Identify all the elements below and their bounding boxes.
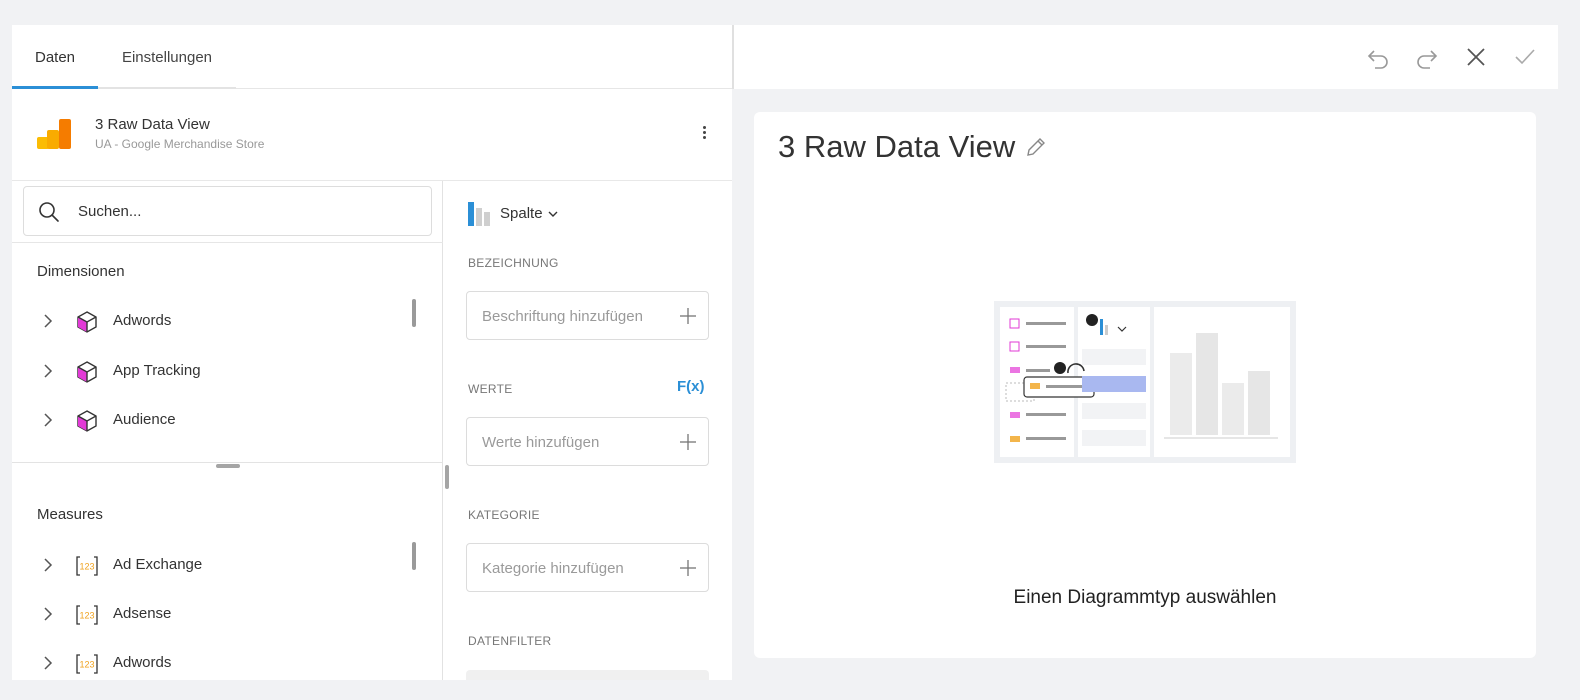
visualization-title[interactable]: 3 Raw Data View <box>778 129 1015 165</box>
empty-chart-illustration <box>994 301 1296 463</box>
measure-item-label: Adsense <box>113 605 172 622</box>
measures-scrollbar[interactable] <box>412 542 416 570</box>
formula-button[interactable]: F(x) <box>677 378 705 395</box>
plus-icon <box>680 434 696 450</box>
check-icon[interactable] <box>1513 45 1537 69</box>
tab-einstellungen[interactable]: Einstellungen <box>98 25 236 89</box>
data-source-title: 3 Raw Data View <box>95 116 210 133</box>
app: Daten Einstellungen 3 Raw Data View UA -… <box>12 25 1558 680</box>
chart-properties-panel: Spalte BEZEICHNUNG Beschriftung hinzufüg… <box>444 181 732 680</box>
measure-item-label: Ad Exchange <box>113 556 203 573</box>
cube-icon <box>77 410 97 432</box>
svg-text:123: 123 <box>79 562 94 572</box>
editor-toolbar <box>732 25 1558 89</box>
more-options-icon[interactable] <box>694 124 714 146</box>
measures-title: Measures <box>37 506 103 523</box>
values-section-title: WERTE <box>468 382 513 396</box>
numeric-123-icon: 123 <box>76 654 98 674</box>
close-icon[interactable] <box>1464 45 1488 69</box>
svg-text:123: 123 <box>79 611 94 621</box>
chevron-right-icon[interactable] <box>41 606 55 622</box>
pencil-edit-icon[interactable] <box>1024 135 1048 159</box>
add-category-placeholder: Kategorie hinzufügen <box>482 560 624 577</box>
visualization-card: 3 Raw Data View Einen Diagrammtyp auswäh… <box>754 112 1536 658</box>
numeric-123-icon: 123 <box>76 556 98 576</box>
search-icon <box>39 202 59 222</box>
datafilter-section-title: DATENFILTER <box>468 634 552 648</box>
dimension-item-audience[interactable]: Audience <box>37 400 407 440</box>
chevron-right-icon[interactable] <box>41 313 55 329</box>
dimension-item-label: Adwords <box>113 312 172 329</box>
select-chart-type-message: Einen Diagrammtyp auswählen <box>1013 587 1277 608</box>
split-divider <box>12 462 443 463</box>
search-placeholder: Suchen... <box>78 203 142 220</box>
plus-icon <box>680 560 696 576</box>
data-panel: Daten Einstellungen 3 Raw Data View UA -… <box>12 25 732 680</box>
measure-item-adwords[interactable]: 123 Adwords <box>37 643 407 683</box>
tab-daten[interactable]: Daten <box>12 25 98 89</box>
cube-icon <box>77 361 97 383</box>
fields-list-panel: Suchen... Dimensionen Adwords App Tracki… <box>12 181 443 680</box>
dimension-item-adwords[interactable]: Adwords <box>37 301 407 341</box>
chevron-right-icon[interactable] <box>41 363 55 379</box>
divider <box>12 242 443 243</box>
add-category-dropzone[interactable]: Kategorie hinzufügen <box>466 543 709 592</box>
measure-item-ad-exchange[interactable]: 123 Ad Exchange <box>37 545 407 585</box>
dimensions-scrollbar[interactable] <box>412 299 416 327</box>
plus-icon <box>680 308 696 324</box>
add-label-dropzone[interactable]: Beschriftung hinzufügen <box>466 291 709 340</box>
chevron-right-icon[interactable] <box>41 655 55 671</box>
measure-item-adsense[interactable]: 123 Adsense <box>37 594 407 634</box>
chevron-right-icon[interactable] <box>41 412 55 428</box>
numeric-123-icon: 123 <box>76 605 98 625</box>
chevron-down-icon <box>548 211 558 217</box>
chevron-right-icon[interactable] <box>41 557 55 573</box>
measure-item-label: Adwords <box>113 654 172 671</box>
add-label-placeholder: Beschriftung hinzufügen <box>482 308 643 325</box>
label-section-title: BEZEICHNUNG <box>468 256 559 270</box>
data-source-header: 3 Raw Data View UA - Google Merchandise … <box>12 89 732 181</box>
search-input[interactable]: Suchen... <box>23 186 432 236</box>
dimension-item-label: App Tracking <box>113 362 201 379</box>
dimension-item-app-tracking[interactable]: App Tracking <box>37 351 407 391</box>
data-filter-item[interactable] <box>466 670 709 680</box>
data-source-subtitle: UA - Google Merchandise Store <box>95 137 265 151</box>
dimensions-title: Dimensionen <box>37 263 125 280</box>
resize-handle[interactable] <box>216 464 240 468</box>
column-chart-icon <box>468 202 490 226</box>
dimension-item-label: Audience <box>113 411 176 428</box>
cube-icon <box>77 311 97 333</box>
chart-type-label: Spalte <box>500 205 543 222</box>
add-values-placeholder: Werte hinzufügen <box>482 434 600 451</box>
category-section-title: KATEGORIE <box>468 508 540 522</box>
svg-text:123: 123 <box>79 660 94 670</box>
editor-panel: 3 Raw Data View Einen Diagrammtyp auswäh… <box>732 25 1558 680</box>
tab-bar: Daten Einstellungen <box>12 25 732 89</box>
add-values-dropzone[interactable]: Werte hinzufügen <box>466 417 709 466</box>
redo-icon[interactable] <box>1415 45 1439 69</box>
undo-icon[interactable] <box>1366 45 1390 69</box>
google-analytics-logo-icon <box>37 119 71 149</box>
